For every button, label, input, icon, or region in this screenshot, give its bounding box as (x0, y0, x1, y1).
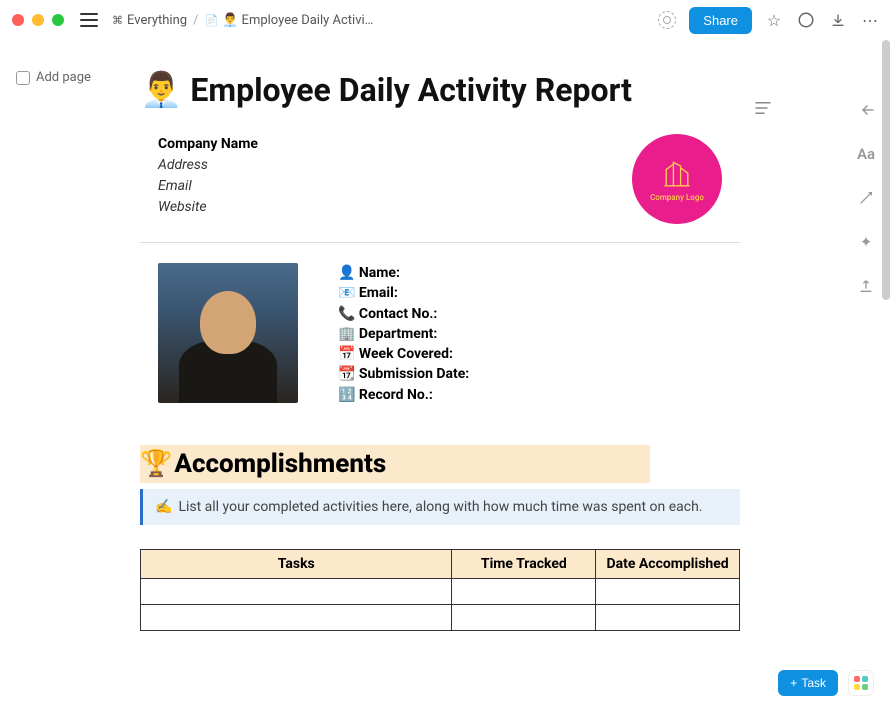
divider (140, 242, 740, 243)
sparkle-icon[interactable]: ✦ (856, 232, 876, 252)
new-task-button[interactable]: + Task (778, 670, 838, 696)
font-settings-icon[interactable]: Aa (856, 144, 876, 164)
breadcrumb-doc[interactable]: 📄 👨‍💼 Employee Daily Activi… (204, 13, 373, 28)
building-icon (659, 157, 695, 193)
download-icon[interactable] (828, 10, 848, 30)
employee-field: 🔢 Record No.: (338, 385, 469, 405)
title-text: Employee Daily Activity Report (190, 71, 632, 109)
grid-icon: ⌘ (112, 14, 123, 27)
ai-icon[interactable] (856, 188, 876, 208)
table-header: Tasks (141, 550, 452, 579)
employee-photo[interactable] (158, 263, 298, 403)
export-icon[interactable] (856, 276, 876, 296)
table-cell[interactable] (596, 605, 740, 631)
title-emoji: 👨‍💼 (140, 70, 182, 110)
employee-field: 👤 Name: (338, 263, 469, 283)
document-body: 👨‍💼 Employee Daily Activity Report Compa… (140, 70, 740, 631)
company-logo[interactable]: Company Logo (632, 134, 722, 224)
table-header: Time Tracked (452, 550, 596, 579)
comments-icon[interactable] (796, 10, 816, 30)
plus-icon: + (790, 676, 797, 690)
employee-fields[interactable]: 👤 Name:📧 Email:📞 Contact No.:🏢 Departmen… (338, 263, 469, 405)
company-website: Website (158, 197, 258, 218)
breadcrumb-root[interactable]: ⌘ Everything (112, 13, 187, 28)
close-window-icon[interactable] (12, 14, 24, 26)
right-rail: Aa ✦ (856, 100, 876, 296)
employee-field: 📆 Submission Date: (338, 364, 469, 384)
company-address: Address (158, 155, 258, 176)
more-icon[interactable]: ⋯ (860, 10, 880, 30)
sidebar-toggle-icon[interactable] (80, 13, 98, 27)
page-title[interactable]: 👨‍💼 Employee Daily Activity Report (140, 70, 740, 110)
add-page-icon (16, 71, 30, 85)
task-label: Task (801, 676, 826, 690)
add-page-label: Add page (36, 70, 91, 85)
accomplishments-title: Accomplishments (174, 449, 386, 479)
apps-button[interactable] (848, 670, 874, 696)
doc-icon: 📄 (204, 14, 218, 27)
table-header: Date Accomplished (596, 550, 740, 579)
accomplishments-heading[interactable]: 🏆Accomplishments (140, 445, 650, 483)
writing-icon: ✍️ (155, 499, 172, 515)
table-cell[interactable] (452, 605, 596, 631)
employee-field: 📧 Email: (338, 283, 469, 303)
table-cell[interactable] (141, 605, 452, 631)
employee-field: 📞 Contact No.: (338, 304, 469, 324)
minimize-window-icon[interactable] (32, 14, 44, 26)
window-controls (12, 14, 64, 26)
company-info[interactable]: Company Name Address Email Website (158, 134, 258, 218)
breadcrumb-separator: / (193, 13, 198, 28)
breadcrumb: ⌘ Everything / 📄 👨‍💼 Employee Daily Acti… (112, 13, 373, 28)
company-header: Company Name Address Email Website Compa… (140, 134, 740, 242)
collapse-icon[interactable] (856, 100, 876, 120)
favorite-icon[interactable]: ☆ (764, 10, 784, 30)
share-button[interactable]: Share (689, 7, 752, 34)
accomplishments-table[interactable]: TasksTime TrackedDate Accomplished (140, 549, 740, 631)
callout-text: List all your completed activities here,… (178, 499, 702, 515)
breadcrumb-doc-label: 👨‍💼 Employee Daily Activi… (222, 13, 373, 28)
maximize-window-icon[interactable] (52, 14, 64, 26)
logo-text: Company Logo (650, 193, 704, 202)
employee-field: 📅 Week Covered: (338, 344, 469, 364)
company-name: Company Name (158, 134, 258, 155)
table-row[interactable] (141, 605, 740, 631)
trophy-icon: 🏆 (140, 449, 172, 479)
table-cell[interactable] (141, 579, 452, 605)
topbar: ⌘ Everything / 📄 👨‍💼 Employee Daily Acti… (0, 0, 892, 40)
company-email: Email (158, 176, 258, 197)
employee-info-row: 👤 Name:📧 Email:📞 Contact No.:🏢 Departmen… (140, 263, 740, 405)
accomplishments-callout[interactable]: ✍️ List all your completed activities he… (140, 489, 740, 525)
apps-icon (854, 676, 868, 690)
table-row[interactable] (141, 579, 740, 605)
topbar-actions: Share ☆ ⋯ (657, 7, 880, 34)
history-icon[interactable] (657, 10, 677, 30)
breadcrumb-root-label: Everything (127, 13, 187, 28)
add-page-button[interactable]: Add page (16, 70, 91, 85)
table-cell[interactable] (452, 579, 596, 605)
toc-icon[interactable] (754, 100, 772, 119)
scrollbar-thumb[interactable] (882, 40, 890, 300)
table-cell[interactable] (596, 579, 740, 605)
employee-field: 🏢 Department: (338, 324, 469, 344)
